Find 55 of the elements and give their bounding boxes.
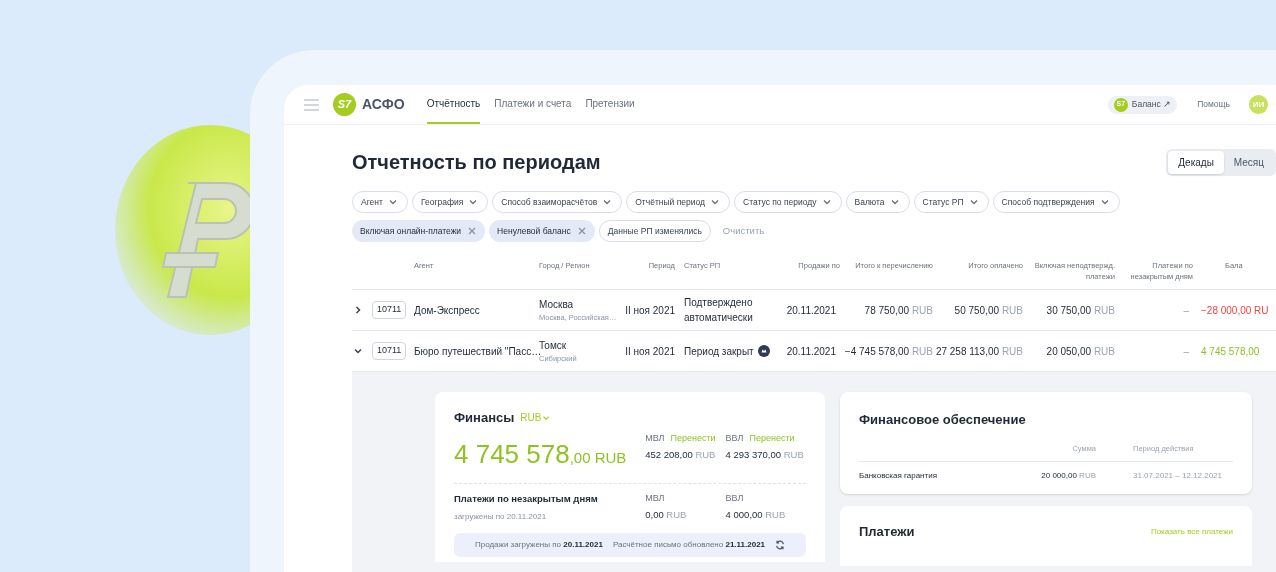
sales-date: 20.11.2021: [786, 345, 836, 357]
card-title: Финансовое обеспечение: [859, 412, 1026, 427]
status-text: Подтверждено автоматически: [684, 296, 754, 325]
section-title: Платежи по незакрытым дням: [454, 491, 599, 506]
active-filter-chip[interactable]: Включая онлайн-платежи: [352, 220, 486, 242]
city-name: Томск: [539, 338, 568, 351]
help-link[interactable]: Помощь: [1197, 98, 1230, 111]
section-note: загружены по 20.11.2021: [454, 510, 548, 523]
city-name: Москва: [539, 297, 575, 312]
agent-id-tag: 10711: [372, 301, 407, 319]
status-text: Продажи загружены по 20.11.2021: [474, 538, 603, 551]
empty-value: –: [1183, 304, 1189, 316]
status-text: Период закрыт: [684, 344, 754, 359]
agent-name: Дом-Экспресс: [414, 304, 480, 316]
amount-text: 20 050,00 RUB: [1046, 345, 1115, 357]
agent-id-tag: 10711: [372, 342, 407, 360]
amount-text: 30 750,00 RUB: [1046, 304, 1115, 316]
sales-date: 20.11.2021: [786, 304, 836, 316]
amount-text: 4 000,00 RUB: [725, 508, 787, 522]
logo-text: АСФО: [362, 95, 405, 114]
amount-text: 50 750,00 RUB: [954, 304, 1023, 316]
amount-text: 27 258 113,00 RUB: [935, 345, 1023, 357]
empty-value: –: [1183, 345, 1189, 357]
period-text: II ноя 2021: [625, 345, 675, 357]
guarantee-name: Банковская гарантия: [859, 470, 938, 483]
active-filter-chip[interactable]: Ненулевой баланс: [489, 220, 595, 242]
amount-text: 4 293 370,00 RUB: [725, 448, 805, 462]
column-label: ВВЛ: [725, 491, 745, 505]
toggle-option[interactable]: Месяц: [1223, 150, 1274, 174]
column-label: МВЛ: [645, 431, 665, 445]
toggle-option[interactable]: Декады: [1168, 150, 1224, 174]
amount-text: 20 000,00 RUB: [1041, 471, 1096, 481]
finance-total: 4 745 578,00 RUB: [454, 437, 628, 471]
nav-tab[interactable]: Претензии: [585, 85, 635, 124]
amount-text: 452 208,00 RUB: [645, 448, 717, 462]
page-title: Отчетность по периодам: [352, 150, 601, 175]
card-title: Финансы: [454, 409, 515, 427]
amount-text: 78 750,00 RUB: [864, 304, 933, 316]
amount-text: −4 745 578,00 RUB: [844, 345, 933, 357]
agent-name: Бюро путешествий "Пасс…: [414, 345, 542, 357]
column-label: ВВЛ: [725, 431, 744, 445]
nav-tab[interactable]: Платежи и счета: [494, 85, 572, 124]
card-title: Платежи: [859, 523, 915, 542]
column-label: МВЛ: [645, 491, 666, 505]
nav-tab[interactable]: Отчётность: [426, 85, 481, 124]
balance-amount: −28 000,00 RU: [1201, 304, 1269, 316]
refresh-icon[interactable]: [775, 539, 786, 550]
close-icon[interactable]: [467, 226, 478, 236]
balance-amount: 4 745 578,00: [1201, 345, 1260, 357]
logo-badge: S7: [333, 93, 356, 116]
status-text: Расчётное письмо обновлено 21.11.2021: [612, 538, 766, 551]
amount-text: 0,00 RUB: [645, 508, 688, 522]
close-icon[interactable]: [576, 226, 587, 236]
period-text: 31.07.2021 – 12.12.2021: [1133, 471, 1222, 481]
period-text: II ноя 2021: [625, 304, 675, 316]
